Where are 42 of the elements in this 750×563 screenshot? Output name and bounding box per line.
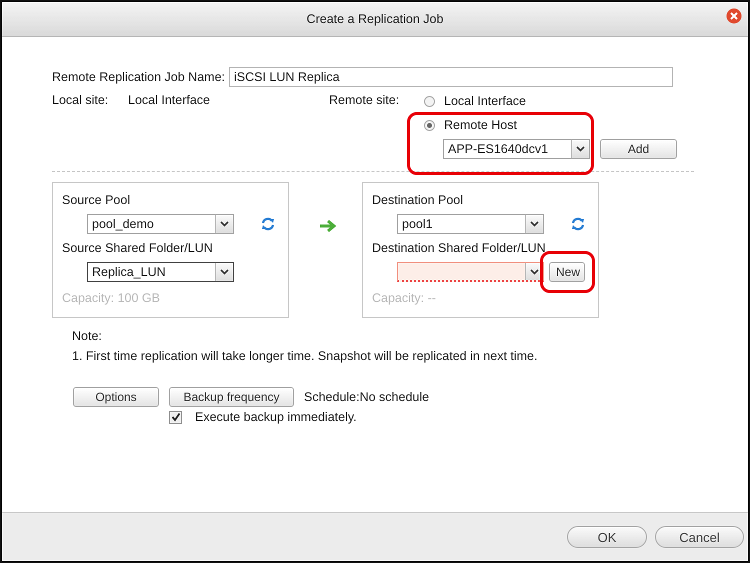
- capacity-text: Capacity: 100 GB: [62, 291, 161, 305]
- capacity-text: Capacity: --: [372, 291, 437, 305]
- note-text: 1. First time replication will take longer time. Snapshot will be replicated in next time.: [72, 349, 538, 363]
- add-button[interactable]: Add: [600, 139, 677, 159]
- checkbox-label: Execute backup immediately.: [195, 410, 357, 424]
- checkbox[interactable]: [169, 410, 182, 424]
- pool-dropdown[interactable]: pool_demo: [87, 214, 234, 234]
- caret-icon: [220, 269, 229, 275]
- radio-button[interactable]: [424, 96, 435, 106]
- highlight-frame: [540, 251, 595, 293]
- caret-icon: [530, 268, 539, 274]
- new-button[interactable]: New: [549, 262, 585, 282]
- window-title: Create a Replication Job: [306, 12, 444, 26]
- radio-button[interactable]: [424, 120, 435, 130]
- radio-label: Remote Host: [444, 118, 517, 132]
- arrow-icon: [319, 219, 337, 233]
- folder-dropdown[interactable]: Replica_LUN: [87, 262, 234, 282]
- field-label: Source Shared Folder/LUN: [62, 241, 214, 255]
- field-label: Destination Shared Folder/LUN: [372, 241, 547, 255]
- refresh-icon[interactable]: [570, 216, 586, 232]
- field-label: Remote Replication Job Name:: [52, 70, 225, 84]
- local-site-value: Local Interface: [128, 93, 210, 109]
- radio-label: Local Interface: [444, 94, 526, 108]
- caret-icon: [220, 221, 229, 227]
- schedule-text: Schedule:No schedule: [304, 390, 430, 404]
- action-button[interactable]: Options: [73, 387, 159, 407]
- pool-dropdown[interactable]: pool1: [397, 214, 544, 234]
- close-icon[interactable]: [726, 8, 742, 24]
- caret-icon: [576, 146, 585, 152]
- field-label: Destination Pool: [372, 193, 464, 207]
- caret-icon: [530, 221, 539, 227]
- field-label: Remote site:: [329, 92, 400, 109]
- dialog-button[interactable]: OK: [567, 526, 647, 548]
- host-dropdown[interactable]: APP-ES1640dcv1: [443, 139, 590, 159]
- action-button[interactable]: Backup frequency: [169, 387, 294, 407]
- refresh-icon[interactable]: [260, 216, 276, 232]
- field-label: Source Pool: [62, 193, 132, 207]
- note-label: Note:: [72, 329, 103, 343]
- job-name-field[interactable]: iSCSI LUN Replica: [229, 67, 673, 87]
- folder-dropdown[interactable]: [397, 262, 544, 282]
- dialog-button[interactable]: Cancel: [655, 526, 744, 548]
- field-label: Local site:: [52, 93, 110, 109]
